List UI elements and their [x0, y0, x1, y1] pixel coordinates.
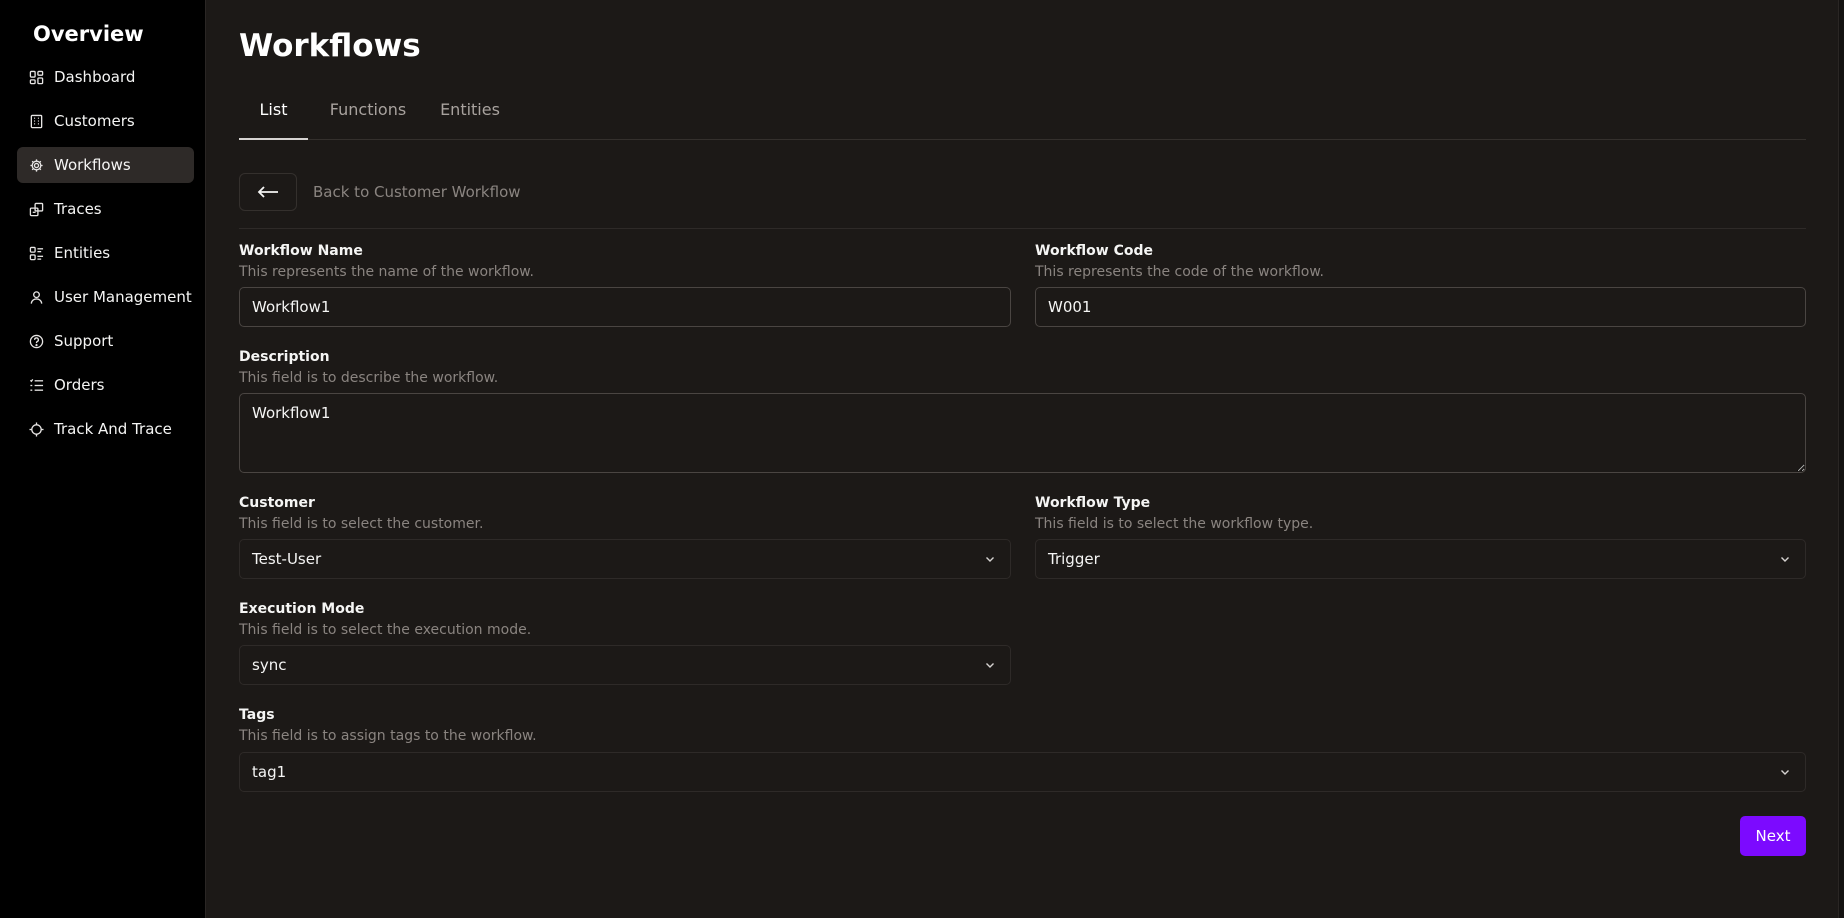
execution-mode-select[interactable]: sync	[239, 645, 1011, 685]
execution-mode-label: Execution Mode	[239, 601, 365, 617]
tags-help: This field is to assign tags to the work…	[239, 728, 537, 744]
workflow-type-select-value: Trigger	[1048, 550, 1100, 568]
sidebar-item-track-and-trace[interactable]: Track And Trace	[17, 411, 194, 447]
sidebar-item-orders[interactable]: Orders	[17, 367, 194, 403]
back-link[interactable]: Back to Customer Workflow	[313, 183, 521, 201]
workflow-code-help: This represents the code of the workflow…	[1035, 264, 1324, 280]
tab-list[interactable]: List	[239, 94, 308, 140]
description-textarea[interactable]: Workflow1	[239, 393, 1806, 473]
entities-icon	[29, 246, 44, 260]
crosshair-icon	[29, 421, 44, 437]
next-button[interactable]: Next	[1740, 816, 1806, 856]
workflow-type-label: Workflow Type	[1035, 495, 1151, 511]
sidebar-item-customers[interactable]: Customers	[17, 103, 194, 139]
sidebar-item-label: Support	[54, 332, 114, 350]
sidebar-item-dashboard[interactable]: Dashboard	[17, 59, 194, 95]
tags-select-value: tag1	[252, 763, 287, 781]
user-icon	[30, 290, 43, 304]
execution-mode-select-value: sync	[252, 656, 287, 674]
sidebar-nav: Dashboard Customers Workflows Traces Ent…	[17, 59, 194, 455]
sidebar-item-label: Dashboard	[54, 68, 136, 86]
workflow-code-input[interactable]	[1035, 287, 1806, 327]
chevron-down-icon	[1781, 557, 1789, 562]
sidebar: Overview Dashboard Customers Workflows T…	[0, 0, 206, 918]
tab-entities[interactable]: Entities	[436, 94, 504, 138]
sidebar-item-label: Traces	[54, 200, 102, 218]
sidebar-item-entities[interactable]: Entities	[17, 235, 194, 271]
scrollbar-track[interactable]	[1838, 0, 1844, 918]
sidebar-title: Overview	[33, 22, 144, 46]
sidebar-item-traces[interactable]: Traces	[17, 191, 194, 227]
sidebar-item-label: User Management	[54, 288, 192, 306]
sidebar-item-user-management[interactable]: User Management	[17, 279, 194, 315]
tab-bar: List Functions Entities	[239, 94, 1806, 140]
description-label: Description	[239, 349, 330, 365]
workflow-type-help: This field is to select the workflow typ…	[1035, 516, 1314, 532]
page-title: Workflows	[239, 28, 421, 64]
tab-functions[interactable]: Functions	[324, 94, 412, 138]
tags-label: Tags	[239, 707, 275, 723]
sidebar-item-label: Orders	[54, 376, 105, 394]
sidebar-item-workflows[interactable]: Workflows	[17, 147, 194, 183]
sidebar-item-label: Workflows	[54, 156, 131, 174]
description-help: This field is to describe the workflow.	[239, 370, 499, 386]
customer-select-value: Test-User	[252, 550, 322, 568]
workflow-code-label: Workflow Code	[1035, 243, 1153, 259]
chevron-down-icon	[986, 663, 994, 668]
workflow-name-help: This represents the name of the workflow…	[239, 264, 534, 280]
sidebar-item-label: Customers	[54, 112, 135, 130]
sidebar-item-support[interactable]: Support	[17, 323, 194, 359]
chevron-down-icon	[1781, 770, 1789, 775]
customer-label: Customer	[239, 495, 315, 511]
chevron-down-icon	[986, 557, 994, 562]
section-divider	[239, 228, 1806, 229]
help-circle-icon	[29, 334, 44, 348]
traces-icon	[29, 202, 44, 216]
workflow-name-input[interactable]	[239, 287, 1011, 327]
dashboard-icon	[29, 70, 44, 84]
gear-icon	[30, 158, 43, 172]
execution-mode-help: This field is to select the execution mo…	[239, 622, 532, 638]
workflow-name-label: Workflow Name	[239, 243, 363, 259]
sidebar-item-label: Track And Trace	[54, 420, 172, 438]
customer-help: This field is to select the customer.	[239, 516, 484, 532]
workflow-type-select[interactable]: Trigger	[1035, 539, 1806, 579]
customer-select[interactable]: Test-User	[239, 539, 1011, 579]
tags-select[interactable]: tag1	[239, 752, 1806, 792]
list-icon	[29, 378, 44, 391]
sidebar-item-label: Entities	[54, 244, 111, 262]
back-button[interactable]	[239, 173, 297, 211]
arrow-left-icon	[257, 186, 278, 198]
building-icon	[30, 114, 43, 128]
